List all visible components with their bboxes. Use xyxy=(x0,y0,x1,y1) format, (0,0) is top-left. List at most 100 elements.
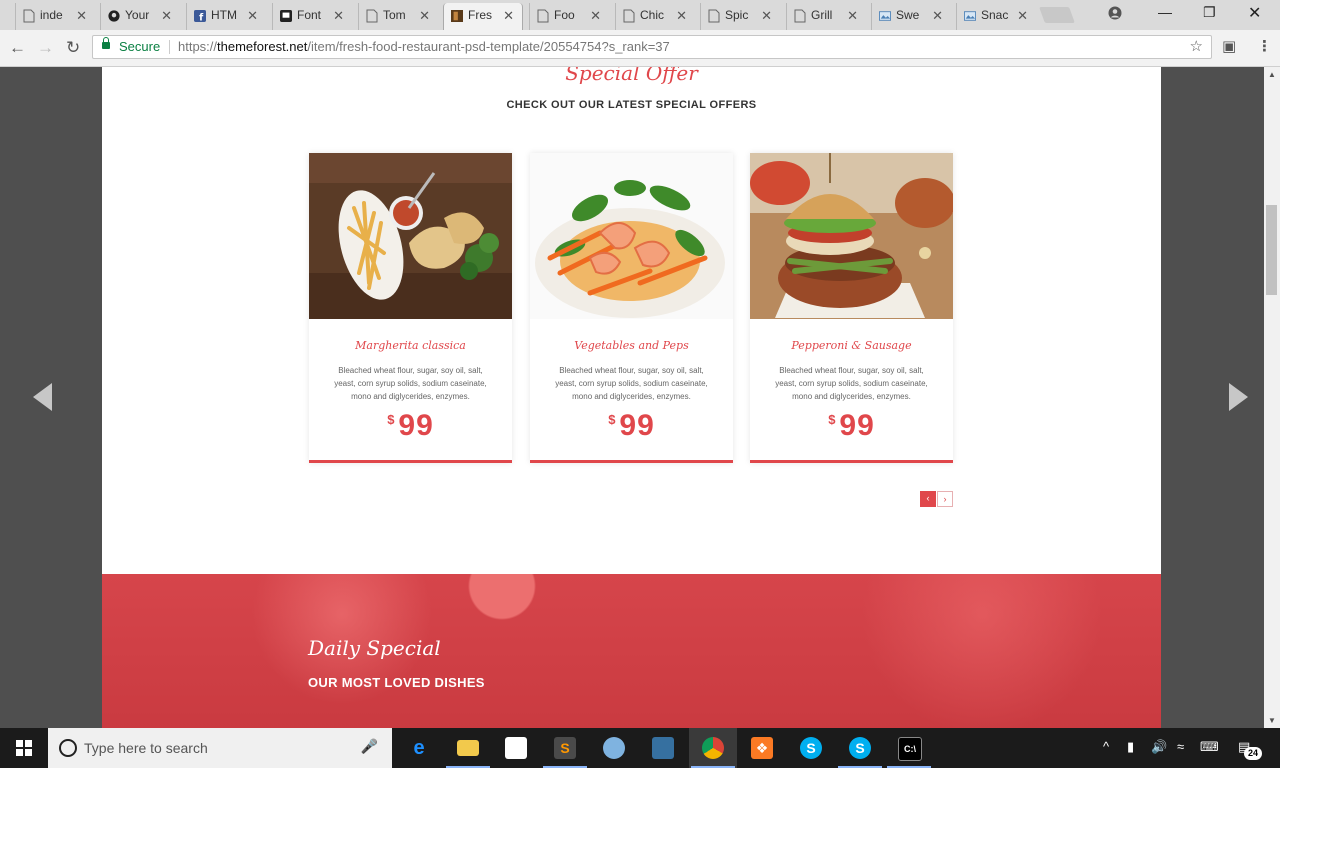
new-tab-button[interactable] xyxy=(1039,7,1075,23)
accent-bar xyxy=(750,460,953,463)
running-indicator xyxy=(887,766,931,768)
file-explorer-icon[interactable] xyxy=(444,728,492,768)
cast-icon[interactable]: ▣ xyxy=(1222,37,1236,55)
offer-card[interactable]: Pepperoni & Sausage Bleached wheat flour… xyxy=(750,153,953,463)
menu-icon[interactable]: ⋮ xyxy=(1257,37,1272,55)
close-icon[interactable]: ✕ xyxy=(419,3,430,28)
python-icon[interactable] xyxy=(639,728,687,768)
edge-glyph: e xyxy=(413,737,425,759)
close-icon[interactable]: ✕ xyxy=(161,3,172,28)
profile-icon[interactable] xyxy=(1108,6,1122,20)
close-icon[interactable]: ✕ xyxy=(847,3,858,28)
close-icon[interactable]: ✕ xyxy=(1017,3,1028,28)
battery-icon[interactable]: ▮ xyxy=(1127,739,1134,755)
close-icon[interactable]: ✕ xyxy=(333,3,344,28)
tab-10[interactable]: Grill ✕ xyxy=(786,3,866,30)
offer-description: Bleached wheat flour, sugar, soy oil, sa… xyxy=(775,366,928,401)
offer-description: Bleached wheat flour, sugar, soy oil, sa… xyxy=(334,366,487,401)
tab-label: Foo xyxy=(554,8,575,22)
food-image xyxy=(530,153,733,319)
scroll-thumb[interactable] xyxy=(1266,205,1277,295)
close-icon[interactable]: ✕ xyxy=(590,3,601,28)
skype-glyph: S xyxy=(800,737,822,759)
xampp-icon[interactable]: ❖ xyxy=(738,728,786,768)
edge-icon[interactable]: e xyxy=(395,728,443,768)
reload-icon[interactable]: ↻ xyxy=(66,38,80,58)
tray-expand-icon[interactable]: ^ xyxy=(1103,739,1109,754)
close-icon[interactable]: ✕ xyxy=(676,3,687,28)
running-indicator xyxy=(446,766,490,768)
tab-4[interactable]: Font ✕ xyxy=(272,3,352,30)
address-bar[interactable]: Secure https://themeforest.net/item/fres… xyxy=(92,35,1212,59)
tab-11[interactable]: Swe ✕ xyxy=(871,3,951,30)
tab-1[interactable]: inde ✕ xyxy=(15,3,95,30)
microphone-icon[interactable]: 🎤 xyxy=(361,738,378,755)
close-window-icon[interactable]: ✕ xyxy=(1248,3,1261,23)
secure-label: Secure xyxy=(119,39,161,54)
chrome-icon[interactable] xyxy=(689,728,737,768)
start-button[interactable] xyxy=(0,728,48,768)
tab-label: inde xyxy=(40,8,63,22)
scroll-up-icon[interactable]: ▲ xyxy=(1264,70,1280,79)
skype-business-icon[interactable]: S xyxy=(836,728,884,768)
page-icon xyxy=(23,9,35,23)
running-indicator xyxy=(691,766,735,768)
close-icon[interactable]: ✕ xyxy=(932,3,943,28)
taskbar-search[interactable]: Type here to search 🎤 xyxy=(48,728,392,768)
close-icon[interactable]: ✕ xyxy=(503,3,514,28)
image-icon xyxy=(964,11,976,21)
currency-symbol: $ xyxy=(608,412,616,427)
carousel-next-button[interactable]: › xyxy=(937,491,953,507)
price-amount: 99 xyxy=(398,409,434,442)
tab-9[interactable]: Spic ✕ xyxy=(700,3,780,30)
section-title: Special Offer xyxy=(565,67,698,85)
minimize-icon[interactable]: — xyxy=(1158,4,1172,20)
page-icon xyxy=(708,9,720,23)
sublime-text-icon[interactable]: S xyxy=(541,728,589,768)
themeforest-icon xyxy=(451,10,463,22)
carousel-prev-button[interactable]: ‹ xyxy=(920,491,936,507)
tab-12[interactable]: Snac ✕ xyxy=(956,3,1036,30)
close-icon[interactable]: ✕ xyxy=(247,3,258,28)
windows-taskbar: Type here to search 🎤 e S ❖ S S C:\ ^ ▮ … xyxy=(0,728,1280,768)
price-amount: 99 xyxy=(619,409,655,442)
next-arrow-icon[interactable] xyxy=(1229,383,1248,411)
store-glyph xyxy=(505,737,527,759)
accent-bar xyxy=(530,460,733,463)
scroll-down-icon[interactable]: ▼ xyxy=(1264,716,1280,725)
chrome-glyph xyxy=(702,737,724,759)
close-icon[interactable]: ✕ xyxy=(76,3,87,28)
vertical-scrollbar[interactable]: ▲ ▼ xyxy=(1264,67,1280,728)
paint-icon[interactable] xyxy=(590,728,638,768)
volume-icon[interactable]: 🔊 xyxy=(1151,739,1167,755)
offer-description: Bleached wheat flour, sugar, soy oil, sa… xyxy=(555,366,708,401)
skype-icon[interactable]: S xyxy=(787,728,835,768)
keyboard-icon[interactable]: ⌨ xyxy=(1200,739,1219,755)
tab-5[interactable]: Tom ✕ xyxy=(358,3,438,30)
tab-label: HTM xyxy=(211,8,237,22)
offer-price: $99 xyxy=(530,409,733,443)
previous-arrow-icon[interactable] xyxy=(33,383,52,411)
tab-label: Snac xyxy=(981,8,1009,22)
forward-icon[interactable]: → xyxy=(37,38,54,58)
offer-card[interactable]: Margherita classica Bleached wheat flour… xyxy=(309,153,512,463)
terminal-glyph: C:\ xyxy=(898,737,922,761)
store-icon[interactable] xyxy=(492,728,540,768)
offer-card[interactable]: Vegetables and Peps Bleached wheat flour… xyxy=(530,153,733,463)
bookmark-star-icon[interactable]: ☆ xyxy=(1190,36,1203,58)
tab-2[interactable]: Your ✕ xyxy=(100,3,180,30)
tab-strip: inde ✕ Your ✕ f HTM ✕ Font ✕ Tom ✕ Fres … xyxy=(0,0,1280,30)
tab-label: Grill xyxy=(811,8,833,22)
url-text[interactable]: https://themeforest.net/item/fresh-food-… xyxy=(178,36,670,58)
tab-7[interactable]: Foo ✕ xyxy=(529,3,609,30)
terminal-icon[interactable]: C:\ xyxy=(885,728,933,768)
close-icon[interactable]: ✕ xyxy=(761,3,772,28)
restore-icon[interactable]: ❐ xyxy=(1203,4,1216,21)
wifi-icon[interactable]: ≈ xyxy=(1177,739,1184,754)
tab-8[interactable]: Chic ✕ xyxy=(615,3,695,30)
tab-6-active[interactable]: Fres ✕ xyxy=(443,3,523,30)
back-icon[interactable]: ← xyxy=(9,38,26,58)
search-placeholder: Type here to search xyxy=(84,740,208,756)
tab-3[interactable]: f HTM ✕ xyxy=(186,3,266,30)
page-icon xyxy=(366,9,378,23)
